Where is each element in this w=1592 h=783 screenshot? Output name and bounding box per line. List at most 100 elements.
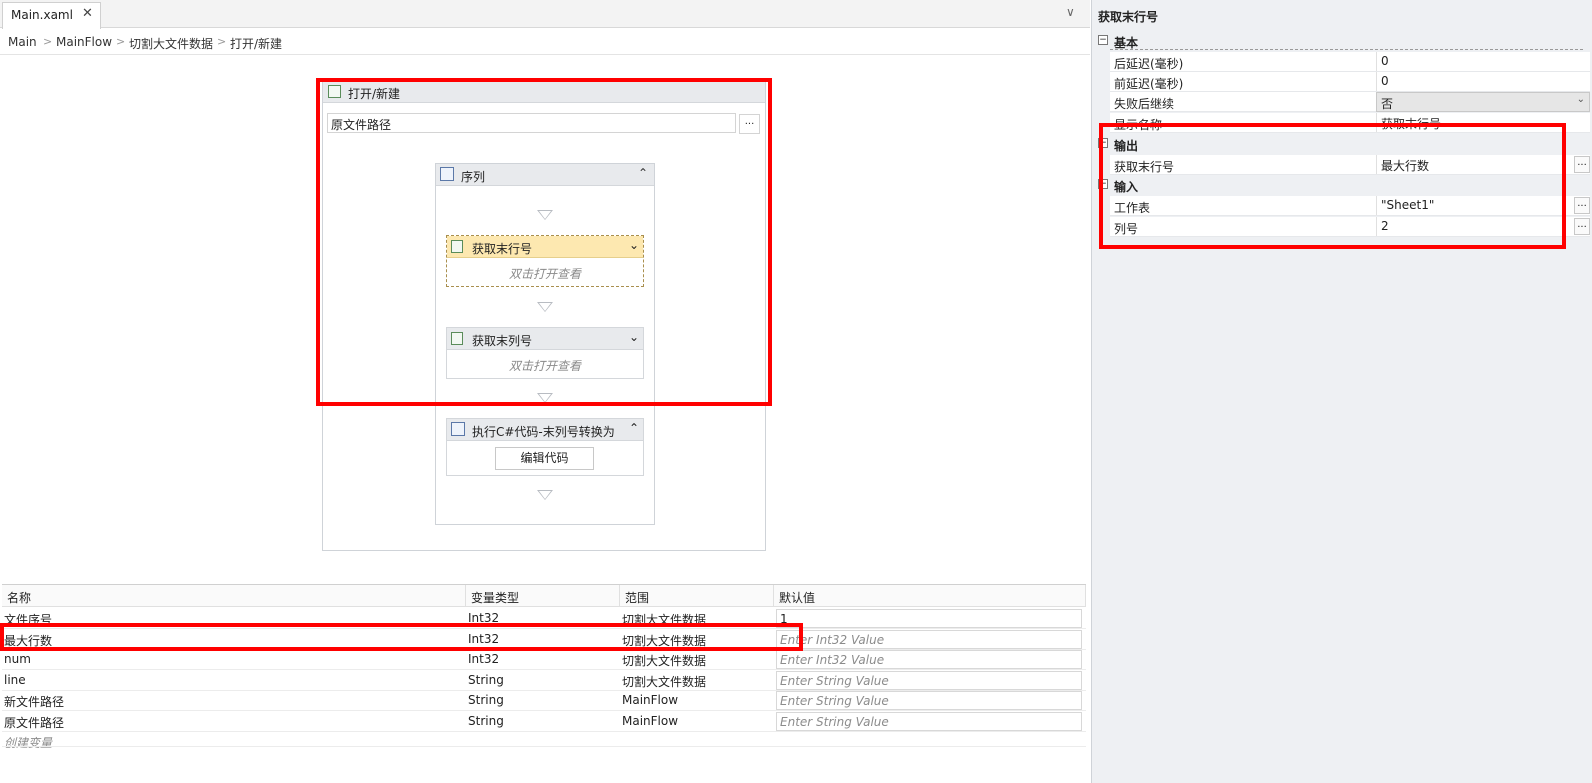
activity-open-new[interactable]: 打开/新建 原文件路径 ... 序列 ⌃ 获取末行号 ⌄ 双击打开查看 获取末列… — [322, 80, 766, 551]
properties-title: 获取末行号 — [1098, 10, 1159, 24]
workflow-canvas: 打开/新建 原文件路径 ... 序列 ⌃ 获取末行号 ⌄ 双击打开查看 获取末列… — [0, 56, 1090, 578]
cell-text: MainFlow — [622, 693, 679, 707]
chevron-down-icon: ⌄ — [1576, 94, 1585, 105]
activity-get-last-row[interactable]: 获取末行号 ⌄ 双击打开查看 — [446, 235, 644, 287]
variable-scope-cell[interactable]: 切割大文件数据 — [620, 629, 774, 649]
close-icon[interactable]: ✕ — [82, 6, 93, 21]
variable-default-input[interactable]: Enter String Value — [776, 711, 1082, 731]
variable-type-cell[interactable]: String — [466, 690, 620, 710]
cell-text: MainFlow — [622, 713, 679, 728]
default-value-text: Enter String Value — [780, 694, 889, 708]
activity-get-last-column[interactable]: 获取末列号 ⌄ 双击打开查看 — [446, 327, 644, 379]
collapse-toggle-icon[interactable]: − — [1098, 35, 1108, 45]
get-last-row-output-input[interactable]: 最大行数 — [1376, 155, 1590, 174]
variable-scope-cell[interactable]: 切割大文件数据 — [620, 649, 774, 669]
breadcrumb-separator-icon: > — [43, 35, 53, 48]
row-divider — [2, 746, 1086, 747]
column-header-default[interactable]: 默认值 — [774, 585, 1086, 607]
activity-execute-csharp[interactable]: 执行C#代码-末列号转换为 ⌃ 编辑代码 — [446, 418, 644, 476]
cell-text: 切割大文件数据 — [622, 613, 707, 627]
collapse-toggle-icon[interactable]: − — [1098, 179, 1108, 189]
variable-type-cell[interactable]: String — [466, 670, 620, 690]
cell-text: String — [468, 672, 504, 687]
variable-name-cell[interactable]: line — [2, 670, 466, 690]
code-icon — [451, 422, 465, 436]
drop-arrow-icon — [537, 393, 553, 403]
continue-on-error-select[interactable]: 否 ⌄ — [1376, 92, 1590, 112]
expand-chevron-icon[interactable]: ⌄ — [629, 330, 639, 344]
property-label: 工作表 — [1114, 201, 1151, 215]
header-label: 默认值 — [779, 591, 816, 605]
variable-scope-cell[interactable]: 切割大文件数据 — [620, 670, 774, 690]
property-label: 显示名称 — [1114, 118, 1163, 132]
activity-sequence[interactable]: 序列 ⌃ 获取末行号 ⌄ 双击打开查看 获取末列号 ⌄ 双击打开查看 执行C#代… — [435, 163, 655, 525]
create-variable-link[interactable]: 创建变量 — [2, 731, 302, 751]
display-name-input[interactable]: 获取末行号 — [1376, 113, 1590, 132]
tab-main-xaml[interactable]: Main.xaml ✕ — [2, 2, 101, 29]
worksheet-input[interactable]: "Sheet1" — [1376, 196, 1590, 215]
breadcrumb-item-main[interactable]: Main — [8, 35, 37, 49]
variable-type-cell[interactable]: Int32 — [466, 608, 620, 628]
expression-editor-button[interactable]: ... — [1574, 156, 1590, 173]
variable-scope-cell[interactable]: MainFlow — [620, 690, 774, 710]
variable-type-cell[interactable]: String — [466, 711, 620, 731]
variable-scope-cell[interactable]: MainFlow — [620, 711, 774, 731]
edit-code-button[interactable]: 编辑代码 — [495, 447, 594, 470]
variable-type-cell[interactable]: Int32 — [466, 649, 620, 669]
create-variable-label: 创建变量 — [4, 736, 53, 750]
category-input[interactable]: − 输入 — [1096, 176, 1591, 195]
cell-text: 切割大文件数据 — [622, 633, 707, 648]
collapse-chevron-icon[interactable]: ⌃ — [629, 421, 639, 435]
property-get-last-row: 获取末行号 最大行数 ... — [1110, 155, 1590, 175]
cell-text: 切割大文件数据 — [622, 654, 707, 668]
category-label: 输入 — [1114, 180, 1139, 194]
column-header-name[interactable]: 名称 — [2, 585, 466, 607]
breadcrumb-item-open-new[interactable]: 打开/新建 — [230, 35, 282, 52]
collapse-chevron-icon[interactable]: ⌃ — [638, 166, 648, 180]
variable-name-cell[interactable]: num — [2, 649, 466, 669]
activity-title: 执行C#代码-末列号转换为 — [472, 425, 615, 439]
column-input[interactable]: 2 — [1376, 217, 1590, 236]
category-divider — [1110, 49, 1583, 50]
property-value: "Sheet1" — [1381, 198, 1435, 212]
variable-name-cell[interactable]: 最大行数 — [2, 629, 466, 649]
variable-scope-cell[interactable]: 切割大文件数据 — [620, 608, 774, 628]
collapse-toggle-icon[interactable]: − — [1098, 138, 1108, 148]
default-value-text: Enter String Value — [780, 673, 889, 688]
variable-name-cell[interactable]: 文件序号 — [2, 608, 466, 628]
expand-chevron-icon[interactable]: ⌄ — [629, 238, 639, 252]
after-delay-input[interactable]: 0 — [1376, 52, 1590, 71]
variable-name-cell[interactable]: 新文件路径 — [2, 690, 466, 710]
cell-text: 切割大文件数据 — [622, 674, 707, 689]
sequence-title: 序列 — [461, 170, 486, 184]
category-output[interactable]: − 输出 — [1096, 135, 1591, 154]
file-path-input[interactable]: 原文件路径 — [327, 113, 736, 133]
column-header-type[interactable]: 变量类型 — [466, 585, 620, 607]
before-delay-input[interactable]: 0 — [1376, 72, 1590, 91]
header-label: 变量类型 — [471, 591, 520, 605]
variable-type-cell[interactable]: Int32 — [466, 629, 620, 649]
category-label: 输出 — [1114, 139, 1139, 153]
excel-row-icon — [451, 240, 463, 253]
breadcrumb-item-split[interactable]: 切割大文件数据 — [129, 35, 213, 52]
variable-default-input[interactable]: Enter Int32 Value — [776, 629, 1082, 649]
sequence-icon — [440, 167, 454, 181]
variable-default-input[interactable]: Enter String Value — [776, 691, 1082, 710]
variables-panel: 名称 变量类型 范围 默认值 文件序号 Int32 切割大文件数据 1 最大行数 Int3… — [2, 584, 1086, 783]
variable-default-input[interactable]: Enter Int32 Value — [776, 650, 1082, 669]
property-display-name: 显示名称 获取末行号 — [1110, 113, 1590, 133]
variable-default-input[interactable]: Enter String Value — [776, 670, 1082, 690]
variable-name-cell[interactable]: 原文件路径 — [2, 711, 466, 731]
activity-title: 打开/新建 — [348, 87, 401, 101]
breadcrumb-item-mainflow[interactable]: MainFlow — [56, 35, 112, 49]
activity-header: 获取末列号 ⌄ — [447, 328, 643, 350]
expression-editor-button[interactable]: ... — [1574, 218, 1590, 235]
expression-editor-button[interactable]: ... — [1574, 197, 1590, 214]
tab-list-chevron-icon[interactable]: ∨ — [1066, 5, 1075, 19]
browse-button[interactable]: ... — [739, 114, 760, 134]
property-value: 0 — [1381, 54, 1389, 68]
variable-default-input[interactable]: 1 — [776, 609, 1082, 628]
property-label: 前延迟(毫秒) — [1114, 77, 1184, 91]
drop-arrow-icon — [537, 302, 553, 312]
column-header-scope[interactable]: 范围 — [620, 585, 774, 607]
